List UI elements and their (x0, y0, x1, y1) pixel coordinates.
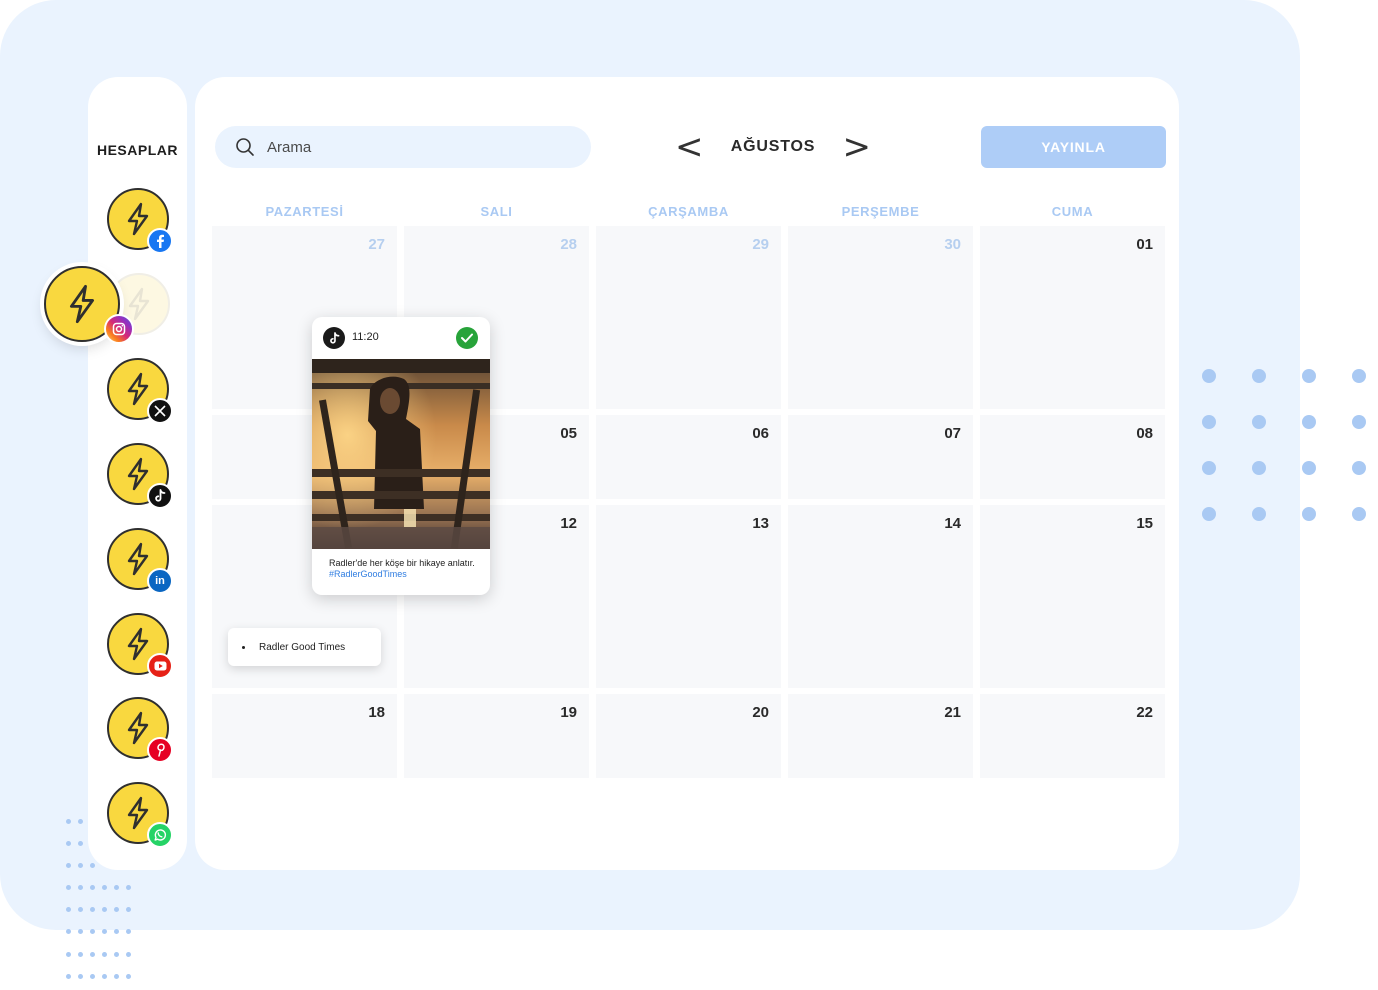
day-number: 19 (560, 704, 577, 721)
publish-button[interactable]: YAYINLA (981, 126, 1166, 168)
bolt-icon (127, 711, 149, 745)
calendar-day-cell[interactable]: 20 (596, 694, 781, 778)
day-number: 12 (560, 515, 577, 532)
bolt-icon (127, 202, 149, 236)
day-number: 06 (752, 425, 769, 442)
day-number: 07 (944, 425, 961, 442)
event-chip[interactable]: Radler Good Times (228, 628, 381, 666)
account-pinterest[interactable] (107, 697, 173, 763)
scheduled-post-card[interactable]: 11:20 Radler'de her köşe bir hikaye anla… (312, 317, 490, 595)
post-image (312, 359, 490, 549)
day-number: 15 (1136, 515, 1153, 532)
search-input[interactable] (265, 137, 569, 157)
account-youtube[interactable] (107, 613, 173, 679)
calendar-day-cell[interactable]: 01 (980, 226, 1165, 409)
day-number: 28 (560, 236, 577, 253)
tiktok-icon (323, 327, 345, 349)
calendar-day-cell[interactable]: 07 (788, 415, 973, 499)
calendar-day-cell[interactable]: 19 (404, 694, 589, 778)
calendar-day-cell[interactable]: 18 (212, 694, 397, 778)
month-label: AĞUSTOS (730, 138, 816, 155)
day-number: 22 (1136, 704, 1153, 721)
day-number: 08 (1136, 425, 1153, 442)
prev-month-button[interactable]: < (675, 130, 704, 164)
decorative-dots-right (1202, 369, 1372, 529)
checkmark-icon (456, 327, 478, 349)
weekday-friday: CUMA (1051, 204, 1094, 219)
weekday-tuesday: SALI (480, 204, 513, 219)
bullet-icon (242, 645, 245, 649)
bolt-icon (127, 542, 149, 576)
bolt-icon (127, 796, 149, 830)
post-caption: Radler'de her köşe bir hikaye anlatır. #… (329, 558, 479, 580)
calendar-day-cell[interactable]: 14 (788, 505, 973, 688)
calendar-day-cell[interactable]: 22 (980, 694, 1165, 778)
weekday-monday: PAZARTESİ (265, 204, 344, 219)
day-number: 14 (944, 515, 961, 532)
day-number: 18 (368, 704, 385, 721)
calendar-day-cell[interactable]: 13 (596, 505, 781, 688)
youtube-icon (147, 653, 173, 679)
day-number: 20 (752, 704, 769, 721)
day-number: 29 (752, 236, 769, 253)
weekday-wednesday: ÇARŞAMBA (648, 204, 729, 219)
post-time: 11:20 (352, 331, 379, 343)
account-x[interactable] (107, 358, 173, 424)
bolt-icon (70, 284, 94, 324)
account-tiktok[interactable] (107, 443, 173, 509)
day-number: 13 (752, 515, 769, 532)
sidebar-title: HESAPLAR (96, 142, 178, 158)
whatsapp-icon (147, 822, 173, 848)
day-number: 30 (944, 236, 961, 253)
facebook-icon (147, 228, 173, 254)
calendar-day-cell[interactable]: 21 (788, 694, 973, 778)
next-month-button[interactable]: > (843, 130, 872, 164)
search-bar[interactable] (215, 126, 591, 168)
instagram-icon (104, 314, 134, 344)
x-icon (147, 398, 173, 424)
month-navigation: < AĞUSTOS > (675, 125, 871, 169)
event-title: Radler Good Times (259, 641, 346, 653)
day-number: 21 (944, 704, 961, 721)
day-number: 01 (1136, 236, 1153, 253)
calendar-day-cell[interactable]: 08 (980, 415, 1165, 499)
search-icon (236, 138, 254, 156)
linkedin-icon: in (147, 568, 173, 594)
calendar-day-cell[interactable]: 06 (596, 415, 781, 499)
caption-text: Radler'de her köşe bir hikaye anlatır. (329, 558, 475, 568)
calendar-day-cell[interactable]: 15 (980, 505, 1165, 688)
bolt-icon (127, 372, 149, 406)
pinterest-icon (147, 737, 173, 763)
tiktok-icon (147, 483, 173, 509)
post-header: 11:20 (312, 317, 490, 359)
bolt-icon (127, 457, 149, 491)
day-number: 05 (560, 425, 577, 442)
account-linkedin[interactable]: in (107, 528, 173, 594)
calendar-day-cell[interactable]: 30 (788, 226, 973, 409)
account-facebook[interactable] (107, 188, 173, 254)
weekday-thursday: PERŞEMBE (841, 204, 920, 219)
account-instagram[interactable] (44, 266, 134, 344)
caption-hashtag[interactable]: #RadlerGoodTimes (329, 569, 407, 579)
account-whatsapp[interactable] (107, 782, 173, 848)
calendar-day-cell[interactable]: 29 (596, 226, 781, 409)
bolt-icon (127, 627, 149, 661)
day-number: 27 (368, 236, 385, 253)
